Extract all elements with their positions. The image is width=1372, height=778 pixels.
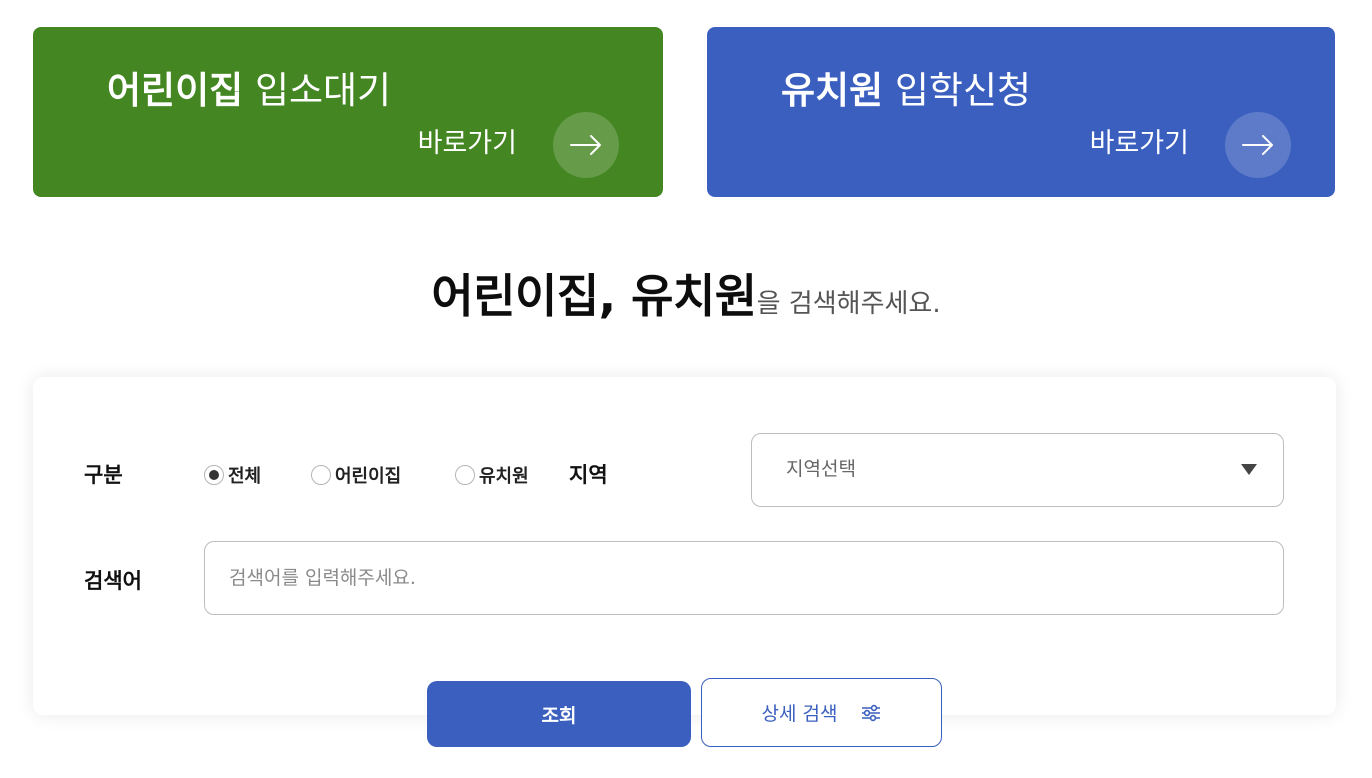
category-label: 구분: [84, 463, 123, 487]
daycare-banner-link-label: 바로가기: [417, 128, 517, 159]
kindergarten-banner-title: 유치원 입학신청: [781, 67, 1031, 115]
kindergarten-admission-banner[interactable]: 유치원 입학신청 바로가기: [707, 27, 1335, 197]
daycare-waitlist-banner[interactable]: 어린이집 입소대기 바로가기: [33, 27, 663, 197]
radio-kindergarten-indicator[interactable]: [455, 465, 475, 485]
filter-sliders-icon: [861, 704, 881, 722]
keyword-label: 검색어: [84, 569, 142, 593]
radio-all-label: 전체: [228, 466, 262, 487]
kindergarten-banner-title-bold: 유치원: [781, 69, 884, 112]
daycare-banner-title: 어린이집 입소대기: [107, 67, 391, 115]
radio-all[interactable]: 전체: [204, 462, 261, 488]
daycare-banner-title-bold: 어린이집: [107, 69, 244, 112]
arrow-right-icon[interactable]: [1225, 112, 1291, 178]
search-heading: 어린이집, 유치원을 검색해주세요.: [0, 260, 1372, 326]
radio-all-indicator[interactable]: [204, 465, 224, 485]
search-heading-bold: 어린이집, 유치원: [431, 269, 757, 323]
search-form-card: 구분 전체 어린이집 유치원 지역 지역선택 검색어: [33, 377, 1336, 715]
radio-daycare-label: 어린이집: [335, 466, 402, 487]
search-submit-label: 조회: [541, 704, 577, 727]
radio-kindergarten-label: 유치원: [479, 466, 529, 487]
page: 어린이집 입소대기 바로가기 유치원 입학신청 바로가기 어린이집, 유치원을 …: [0, 0, 1372, 778]
search-submit-button[interactable]: 조회: [427, 681, 691, 747]
radio-daycare-indicator[interactable]: [311, 465, 331, 485]
region-label: 지역: [569, 463, 608, 487]
kindergarten-banner-link-label: 바로가기: [1089, 128, 1189, 159]
daycare-banner-title-light: 입소대기: [254, 69, 392, 112]
region-select[interactable]: 지역선택: [751, 433, 1284, 507]
arrow-right-icon[interactable]: [553, 112, 619, 178]
radio-kindergarten[interactable]: 유치원: [455, 462, 529, 488]
detail-search-button[interactable]: 상세 검색: [701, 678, 942, 747]
kindergarten-banner-title-light: 입학신청: [894, 69, 1032, 112]
region-select-value: 지역선택: [786, 458, 856, 480]
keyword-search-input[interactable]: [204, 541, 1284, 615]
radio-daycare[interactable]: 어린이집: [311, 462, 401, 488]
detail-search-label: 상세 검색: [761, 703, 838, 725]
search-heading-rest: 을 검색해주세요.: [756, 289, 941, 319]
caret-down-icon: [1241, 464, 1257, 475]
